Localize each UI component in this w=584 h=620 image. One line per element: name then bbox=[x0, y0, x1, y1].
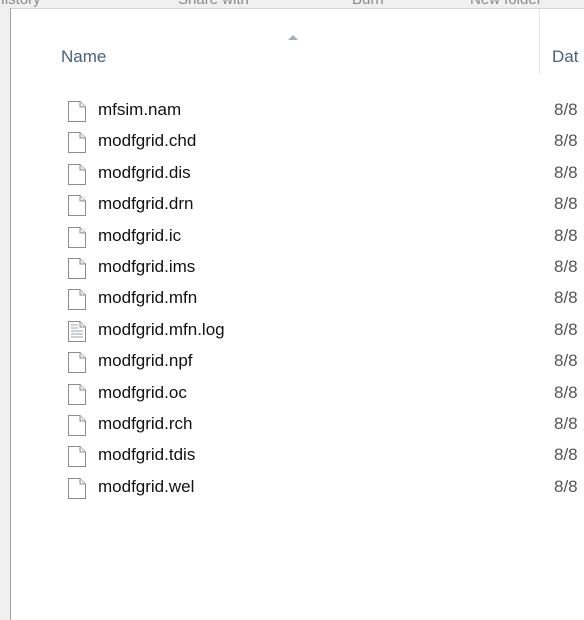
toolbar-item-cropped[interactable]: Burn bbox=[352, 0, 384, 8]
file-name: modfgrid.ic bbox=[98, 225, 182, 245]
column-header-date-label: Dat bbox=[552, 47, 579, 66]
blank-file-icon bbox=[67, 226, 87, 249]
sort-ascending-arrow-icon bbox=[288, 35, 298, 40]
file-date-modified: 8/8 bbox=[554, 382, 578, 402]
blank-file-icon bbox=[67, 445, 87, 468]
blank-file-icon bbox=[67, 288, 87, 311]
file-name: modfgrid.ims bbox=[98, 256, 196, 276]
file-date-modified: 8/8 bbox=[554, 413, 578, 433]
file-name: modfgrid.oc bbox=[98, 382, 187, 402]
file-date-modified: 8/8 bbox=[554, 319, 578, 339]
blank-file-icon bbox=[67, 100, 87, 123]
toolbar-item-cropped[interactable]: Share with bbox=[178, 0, 249, 8]
file-row[interactable]: modfgrid.tdis 8/8 bbox=[12, 442, 584, 473]
file-date-modified: 8/8 bbox=[554, 162, 578, 182]
file-date-modified: 8/8 bbox=[554, 225, 578, 245]
file-date-modified: 8/8 bbox=[554, 351, 578, 371]
file-date-modified: 8/8 bbox=[554, 100, 578, 119]
file-date-modified: 8/8 bbox=[554, 194, 578, 214]
file-list: mfsim.nam 8/8 modfgrid.chd 8/8 modfgrid.di… bbox=[12, 97, 584, 505]
column-header-name[interactable]: Name bbox=[12, 9, 540, 75]
blank-file-icon bbox=[67, 383, 87, 406]
column-header-bar: Name Dat bbox=[12, 9, 584, 75]
file-row[interactable]: modfgrid.dis 8/8 bbox=[12, 160, 584, 191]
blank-file-icon bbox=[67, 257, 87, 280]
blank-file-icon bbox=[67, 414, 87, 437]
file-name: modfgrid.dis bbox=[98, 162, 191, 182]
blank-file-icon bbox=[67, 477, 87, 500]
column-header-date-modified[interactable]: Dat bbox=[540, 9, 584, 75]
file-row[interactable]: modfgrid.ic 8/8 bbox=[12, 223, 584, 254]
blank-file-icon bbox=[67, 131, 87, 154]
file-name: modfgrid.rch bbox=[98, 413, 193, 433]
file-name: modfgrid.tdis bbox=[98, 445, 196, 465]
file-name: modfgrid.mfn bbox=[98, 288, 198, 308]
toolbar-item-cropped[interactable]: New folder bbox=[470, 0, 542, 8]
file-row[interactable]: modfgrid.mfn 8/8 bbox=[12, 285, 584, 316]
file-row[interactable]: modfgrid.drn 8/8 bbox=[12, 191, 584, 222]
file-name: modfgrid.npf bbox=[98, 351, 193, 371]
blank-file-icon bbox=[67, 351, 87, 374]
blank-file-icon bbox=[67, 194, 87, 217]
file-row[interactable]: modfgrid.wel 8/8 bbox=[12, 474, 584, 505]
file-name: modfgrid.wel bbox=[98, 476, 195, 496]
text-file-icon bbox=[67, 320, 87, 343]
file-row[interactable]: mfsim.nam 8/8 bbox=[12, 97, 584, 128]
toolbar-item-cropped[interactable]: History bbox=[0, 0, 41, 8]
file-row[interactable]: modfgrid.ims 8/8 bbox=[12, 254, 584, 285]
file-row[interactable]: modfgrid.oc 8/8 bbox=[12, 380, 584, 411]
file-name: mfsim.nam bbox=[98, 100, 182, 119]
column-header-name-label: Name bbox=[61, 47, 107, 66]
navigation-pane-edge bbox=[0, 8, 11, 620]
file-date-modified: 8/8 bbox=[554, 288, 578, 308]
file-date-modified: 8/8 bbox=[554, 445, 578, 465]
file-date-modified: 8/8 bbox=[554, 476, 578, 496]
file-explorer-window: History Share with Burn New folder Name … bbox=[0, 0, 584, 620]
file-row[interactable]: modfgrid.rch 8/8 bbox=[12, 411, 584, 442]
file-row[interactable]: modfgrid.mfn.log 8/8 bbox=[12, 317, 584, 348]
file-name: modfgrid.mfn.log bbox=[98, 319, 225, 339]
blank-file-icon bbox=[67, 163, 87, 186]
file-name: modfgrid.chd bbox=[98, 131, 197, 151]
file-row[interactable]: modfgrid.chd 8/8 bbox=[12, 128, 584, 159]
file-row[interactable]: modfgrid.npf 8/8 bbox=[12, 348, 584, 379]
file-date-modified: 8/8 bbox=[554, 131, 578, 151]
file-date-modified: 8/8 bbox=[554, 256, 578, 276]
file-name: modfgrid.drn bbox=[98, 194, 194, 214]
toolbar-strip: History Share with Burn New folder bbox=[0, 0, 584, 9]
